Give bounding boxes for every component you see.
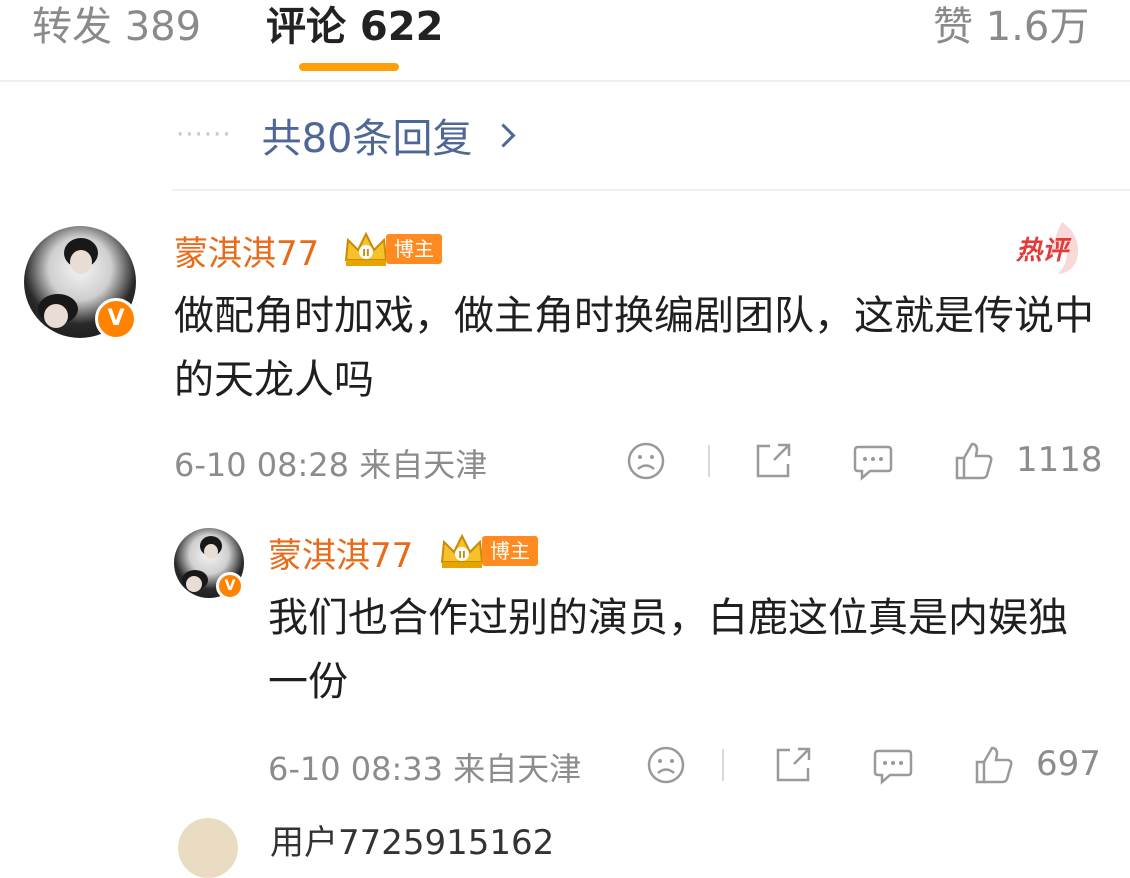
hot-comment-badge: 热评 bbox=[1012, 216, 1092, 276]
verified-v-icon: V bbox=[216, 572, 244, 600]
username[interactable]: 用户7725915162 bbox=[270, 815, 554, 864]
crown-level-icon: II bbox=[344, 231, 388, 266]
avatar-face-2 bbox=[186, 576, 202, 592]
verified-v-icon: V bbox=[95, 298, 137, 340]
svg-text:II: II bbox=[458, 550, 465, 561]
dislike-face-icon[interactable] bbox=[626, 441, 666, 481]
comment-tabs: 转发 389 评论 622 赞 1.6万 bbox=[0, 0, 1130, 80]
view-all-replies-link[interactable]: ······ 共80条回复 bbox=[176, 105, 516, 165]
comment-icon[interactable] bbox=[852, 441, 894, 481]
crown-level-icon: II bbox=[440, 533, 484, 568]
like-thumb-icon[interactable] bbox=[974, 744, 1014, 786]
hot-label: 热评 bbox=[1016, 236, 1069, 266]
dislike-face-icon[interactable] bbox=[646, 745, 686, 785]
comment-text: 做配角时加戏，做主角时换编剧团队，这就是传说中的天龙人吗 bbox=[174, 293, 1094, 403]
svg-text:II: II bbox=[362, 248, 369, 259]
tab-repost[interactable]: 转发 389 bbox=[32, 0, 201, 52]
avatar-face bbox=[204, 544, 218, 559]
tabs-divider bbox=[0, 80, 1130, 82]
username[interactable]: 蒙淇淇77 bbox=[268, 528, 413, 577]
comment-icon[interactable] bbox=[872, 745, 914, 785]
share-icon[interactable] bbox=[752, 440, 794, 482]
action-separator bbox=[708, 445, 710, 477]
dots-separator: ······ bbox=[176, 120, 232, 150]
username[interactable]: 蒙淇淇77 bbox=[174, 226, 319, 275]
chevron-right-icon bbox=[490, 122, 516, 148]
like-count: 697 bbox=[1036, 744, 1101, 784]
replies-count-label: 共80条回复 bbox=[261, 116, 473, 162]
reply-meta: 6-10 08:33 来自天津 bbox=[268, 750, 582, 788]
tab-comments[interactable]: 评论 622 bbox=[266, 0, 443, 52]
share-icon[interactable] bbox=[772, 744, 814, 786]
avatar-face bbox=[70, 250, 92, 274]
reply-text: 我们也合作过别的演员，白鹿这位真是内娱独一份 bbox=[268, 595, 1068, 705]
blogger-tag: 博主 bbox=[482, 536, 538, 566]
avatar[interactable] bbox=[178, 818, 238, 878]
tab-likes[interactable]: 赞 1.6万 bbox=[933, 0, 1089, 52]
blogger-tag: 博主 bbox=[386, 234, 442, 264]
avatar-face-2 bbox=[44, 304, 68, 328]
comment-meta: 6-10 08:28 来自天津 bbox=[174, 446, 488, 484]
like-count: 1118 bbox=[1016, 440, 1103, 480]
active-tab-indicator bbox=[299, 63, 399, 71]
action-separator bbox=[722, 749, 724, 781]
replies-divider bbox=[172, 189, 1130, 191]
like-thumb-icon[interactable] bbox=[954, 440, 994, 482]
